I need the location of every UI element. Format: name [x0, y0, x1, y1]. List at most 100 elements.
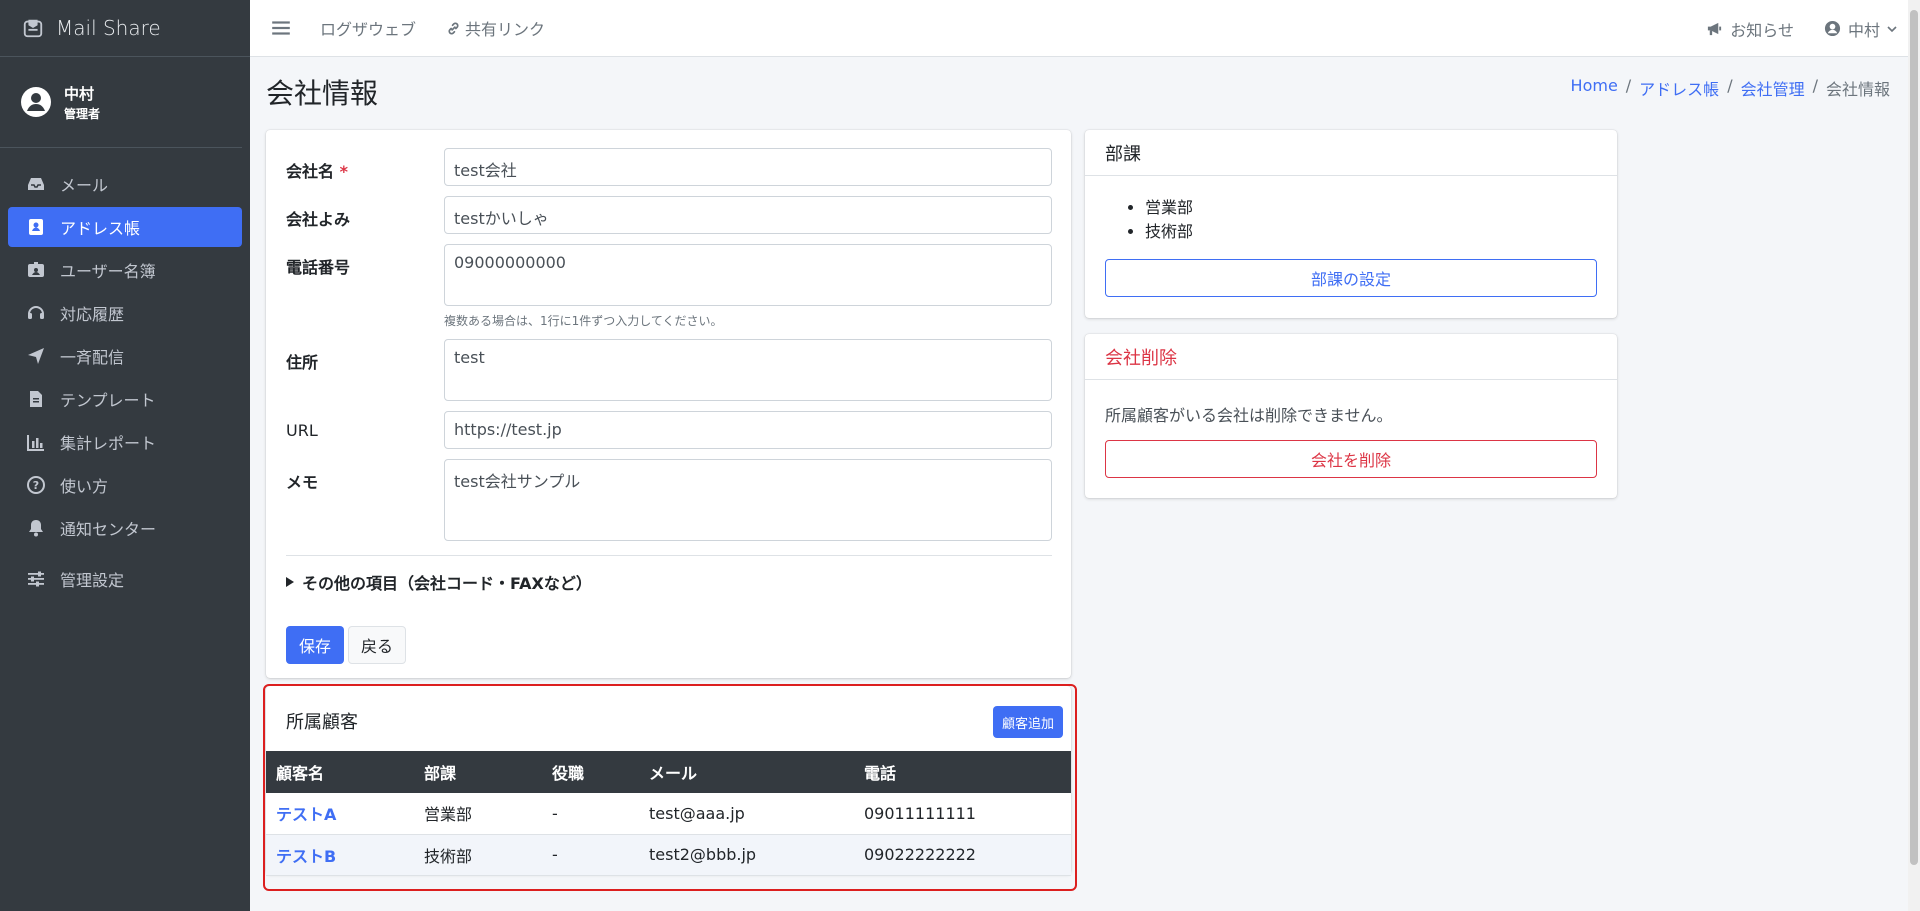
sidebar-item-history[interactable]: 対応履歴 — [8, 293, 242, 333]
table-row: テストA 営業部 - test@aaa.jp 09011111111 — [266, 793, 1071, 835]
delete-company-card: 会社削除 所属顧客がいる会社は削除できません。 会社を削除 — [1085, 334, 1617, 498]
table-cell: 営業部 — [414, 793, 542, 835]
company-name-label-text: 会社名 — [286, 162, 335, 181]
user-menu-label: 中村 — [1847, 20, 1880, 40]
chevron-down-icon — [1887, 25, 1897, 32]
departments-card: 部課 営業部 技術部 部課の設定 — [1085, 130, 1617, 318]
required-mark: * — [339, 162, 348, 181]
sidebar-nav: メール アドレス帳 ユーザー名簿 対応履歴 一斉配信 テンプレート 集計レポート… — [0, 148, 250, 599]
customer-link[interactable]: テストB — [276, 847, 336, 866]
form-divider — [286, 555, 1052, 556]
user-menu[interactable]: 中村 — [1824, 17, 1898, 41]
breadcrumb: Home / アドレス帳 / 会社管理 / 会社情報 — [1571, 76, 1890, 100]
department-list: 営業部 技術部 — [1145, 196, 1193, 244]
delete-title: 会社削除 — [1085, 334, 1617, 380]
bar-chart-icon — [27, 435, 44, 451]
breadcrumb-separator: / — [1625, 76, 1632, 95]
column-header[interactable]: メール — [639, 751, 854, 793]
file-icon — [30, 391, 42, 407]
sidebar-item-label: 一斉配信 — [60, 348, 125, 367]
memo-label: メモ — [286, 473, 319, 492]
breadcrumb-company-management[interactable]: 会社管理 — [1741, 76, 1805, 100]
sidebar-item-admin-settings[interactable]: 管理設定 — [8, 559, 242, 599]
top-link-logtheweb[interactable]: ログザウェブ — [320, 16, 416, 40]
address-label: 住所 — [286, 353, 319, 372]
link-icon — [448, 22, 459, 34]
user-role: 管理者 — [64, 106, 101, 121]
column-header[interactable]: 役職 — [542, 751, 639, 793]
breadcrumb-address-book[interactable]: アドレス帳 — [1639, 76, 1719, 100]
phone-textarea[interactable]: 09000000000 — [444, 244, 1052, 306]
more-fields-toggle[interactable]: その他の項目（会社コード・FAXなど） — [286, 570, 592, 594]
column-header[interactable]: 部課 — [414, 751, 542, 793]
sidebar-item-user-directory[interactable]: ユーザー名簿 — [8, 250, 242, 290]
breadcrumb-separator: / — [1812, 76, 1818, 95]
user-circle-icon — [1824, 20, 1841, 37]
paper-plane-icon — [28, 348, 44, 364]
user-panel[interactable]: 中村 管理者 — [0, 57, 242, 148]
sidebar-item-label: 集計レポート — [60, 434, 157, 453]
table-row: テストB 技術部 - test2@bbb.jp 09022222222 — [266, 834, 1071, 876]
memo-textarea[interactable]: test会社サンプル — [444, 459, 1052, 541]
sidebar-item-address-book[interactable]: アドレス帳 — [8, 207, 242, 247]
mailbox-logo-icon — [23, 19, 43, 38]
scrollbar-thumb[interactable] — [1910, 10, 1918, 865]
caret-right-icon — [286, 577, 294, 587]
column-header[interactable]: 電話 — [854, 751, 1071, 793]
sidebar-item-label: 使い方 — [60, 477, 109, 496]
url-label: URL — [286, 421, 318, 440]
notice-label: お知らせ — [1730, 20, 1794, 40]
sidebar-item-reports[interactable]: 集計レポート — [8, 422, 242, 462]
back-button[interactable]: 戻る — [348, 626, 406, 664]
customer-name-cell: テストB — [266, 834, 414, 876]
sidebar-item-broadcast[interactable]: 一斉配信 — [8, 336, 242, 376]
customers-card: 所属顧客 顧客追加 顧客名 部課 役職 メール 電話 テストA 営業部 - te… — [266, 686, 1071, 876]
breadcrumb-current: 会社情報 — [1825, 80, 1890, 99]
megaphone-icon — [1708, 22, 1722, 36]
sidebar-item-mail[interactable]: メール — [8, 164, 242, 204]
sliders-icon — [28, 571, 44, 587]
sidebar-item-label: ユーザー名簿 — [60, 262, 156, 281]
company-name-field[interactable]: test会社 — [444, 148, 1052, 186]
company-kana-field[interactable]: testかいしゃ — [444, 196, 1052, 234]
delete-company-button[interactable]: 会社を削除 — [1105, 440, 1597, 478]
table-cell: test2@bbb.jp — [639, 834, 854, 876]
notice-link[interactable]: お知らせ — [1706, 17, 1794, 41]
customers-title: 所属顧客 — [286, 712, 358, 733]
page-scrollbar[interactable] — [1908, 0, 1920, 911]
bell-icon — [29, 520, 43, 537]
address-textarea[interactable]: test — [444, 339, 1052, 401]
brand[interactable]: Mail Share — [0, 0, 250, 57]
company-name-label: 会社名 * — [286, 158, 348, 182]
table-header-row: 顧客名 部課 役職 メール 電話 — [266, 751, 1071, 793]
breadcrumb-separator: / — [1727, 76, 1733, 95]
top-link-share[interactable]: 共有リンク — [446, 16, 545, 40]
breadcrumb-home[interactable]: Home — [1571, 76, 1618, 100]
url-field[interactable]: https://test.jp — [444, 411, 1052, 449]
department-item: 営業部 — [1145, 196, 1193, 220]
sidebar-item-notifications[interactable]: 通知センター — [8, 508, 242, 548]
table-cell: 技術部 — [414, 834, 542, 876]
more-fields-label: その他の項目（会社コード・FAXなど） — [302, 574, 592, 593]
hamburger-menu-icon[interactable] — [270, 17, 292, 39]
top-navbar: ログザウェブ 共有リンク お知らせ 中村 — [250, 0, 1908, 57]
brand-name: Mail Share — [56, 16, 161, 40]
sidebar-item-help[interactable]: ? 使い方 — [8, 465, 242, 505]
table-cell: test@aaa.jp — [639, 793, 854, 835]
sidebar-item-label: 管理設定 — [60, 571, 125, 590]
sidebar-item-label: アドレス帳 — [60, 219, 141, 238]
save-button[interactable]: 保存 — [286, 626, 344, 664]
address-book-icon — [29, 219, 43, 235]
column-header[interactable]: 顧客名 — [266, 751, 414, 793]
top-right-menu: お知らせ 中村 — [1676, 0, 1898, 57]
customer-link[interactable]: テストA — [276, 805, 336, 824]
department-settings-button[interactable]: 部課の設定 — [1105, 259, 1597, 297]
phone-hint: 複数ある場合は、1行に1件ずつ入力してください。 — [444, 314, 723, 328]
departments-title: 部課 — [1085, 130, 1617, 176]
sidebar-item-templates[interactable]: テンプレート — [8, 379, 242, 419]
phone-label: 電話番号 — [286, 258, 351, 277]
nav-separator — [8, 551, 242, 559]
inbox-icon — [28, 178, 44, 190]
add-customer-button[interactable]: 顧客追加 — [992, 706, 1063, 738]
sidebar-item-label: メール — [60, 176, 109, 195]
